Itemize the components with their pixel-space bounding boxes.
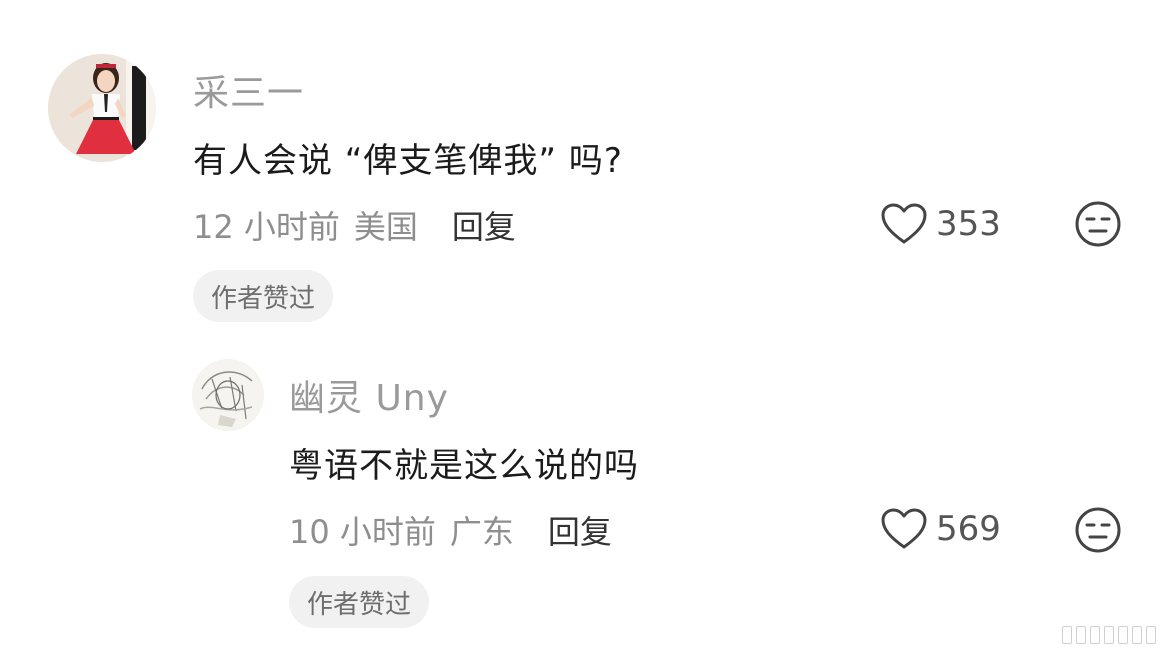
reply-button[interactable]: 回复 <box>452 202 516 248</box>
meh-face-icon <box>1075 201 1121 247</box>
like-count: 353 <box>936 204 1001 244</box>
comment-time: 12 小时前 <box>193 208 340 246</box>
like-count: 569 <box>936 509 1001 549</box>
dislike-button[interactable] <box>1074 506 1122 554</box>
comment-username[interactable]: 采三一 <box>193 64 304 116</box>
comment-location: 美国 <box>353 208 418 246</box>
doll-avatar-icon <box>48 54 156 162</box>
heart-icon <box>881 508 927 549</box>
comment-meta: 10 小时前 广东 回复 <box>289 507 612 553</box>
dislike-button[interactable] <box>1074 200 1122 248</box>
author-liked-badge: 作者赞过 <box>193 270 334 322</box>
comment-time: 10 小时前 <box>289 513 436 551</box>
comment-location: 广东 <box>449 513 514 551</box>
sketch-avatar-icon <box>192 359 264 431</box>
comment-thread: 采三一 有人会说 “俾支笔俾我” 吗? 12 小时前 美国 回复 353 作者赞… <box>0 0 1169 661</box>
comment-text: 有人会说 “俾支笔俾我” 吗? <box>193 141 623 181</box>
meh-face-icon <box>1075 507 1121 553</box>
heart-icon <box>881 203 927 244</box>
reply-button[interactable]: 回复 <box>548 507 612 553</box>
comment-username[interactable]: 幽灵 Uny <box>289 369 449 421</box>
watermark-strip <box>1062 623 1158 647</box>
comment-meta: 12 小时前 美国 回复 <box>193 202 516 248</box>
like-button[interactable]: 569 <box>880 507 1001 551</box>
like-button[interactable]: 353 <box>880 202 1001 246</box>
comment-text: 粤语不就是这么说的吗 <box>289 446 639 486</box>
avatar[interactable] <box>192 359 264 431</box>
author-liked-badge: 作者赞过 <box>289 576 430 628</box>
avatar[interactable] <box>48 54 156 162</box>
